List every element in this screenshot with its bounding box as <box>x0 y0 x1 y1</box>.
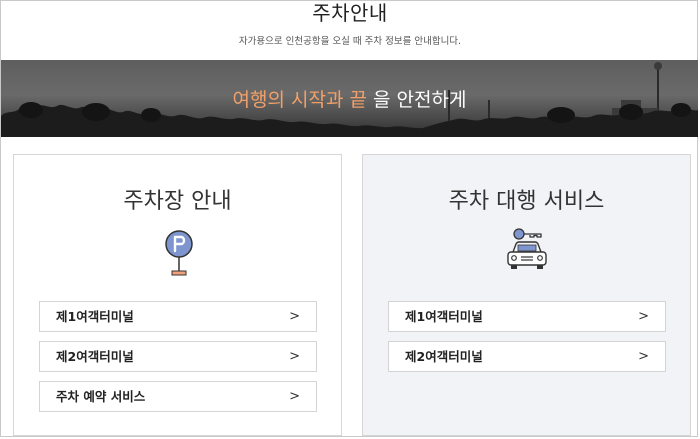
page-title: 주차안내 <box>312 1 388 25</box>
parking-guide-title: 주차장 안내 <box>123 189 232 214</box>
parking-reservation-link[interactable]: 주차 예약 서비스 > <box>39 381 317 412</box>
valet-terminal1-link[interactable]: 제1여객터미널 > <box>388 301 666 332</box>
car-key-icon <box>507 228 547 269</box>
chevron-right-icon: > <box>638 349 649 364</box>
menu-item-label: 제1여객터미널 <box>405 309 483 324</box>
valet-service-title: 주차 대행 서비스 <box>448 189 605 214</box>
chevron-right-icon: > <box>289 389 300 404</box>
chevron-right-icon: > <box>289 349 300 364</box>
parking-terminal2-link[interactable]: 제2여객터미널 > <box>39 341 317 372</box>
valet-service-menu: 제1여객터미널 > 제2여객터미널 > <box>388 301 666 381</box>
parking-guide-card: 주차장 안내 제1여객터미널 > 제2여객터미널 > 주차 예약 서비스 > <box>13 154 342 436</box>
parking-terminal1-link[interactable]: 제1여객터미널 > <box>39 301 317 332</box>
menu-item-label: 제2여객터미널 <box>56 349 134 364</box>
menu-item-label: 제2여객터미널 <box>405 349 483 364</box>
menu-item-label: 주차 예약 서비스 <box>56 389 146 404</box>
banner-slogan: 여행의 시작과 끝 을 안전하게 <box>1 85 698 112</box>
menu-item-label: 제1여객터미널 <box>56 309 134 324</box>
banner-slogan-rest: 을 안전하게 <box>366 89 467 111</box>
page-subtitle: 자가용으로 인천공항을 오실 때 주차 정보를 안내합니다. <box>238 36 462 47</box>
banner-slogan-highlight: 여행의 시작과 끝 <box>232 89 367 111</box>
parking-sign-icon <box>165 230 193 276</box>
valet-service-card: 주차 대행 서비스 제1여객터미널 > 제2여객터미널 > <box>362 154 691 436</box>
valet-terminal2-link[interactable]: 제2여객터미널 > <box>388 341 666 372</box>
hero-banner: 여행의 시작과 끝 을 안전하게 <box>1 60 698 137</box>
chevron-right-icon: > <box>638 309 649 324</box>
parking-guide-menu: 제1여객터미널 > 제2여객터미널 > 주차 예약 서비스 > <box>39 301 317 421</box>
chevron-right-icon: > <box>289 309 300 324</box>
